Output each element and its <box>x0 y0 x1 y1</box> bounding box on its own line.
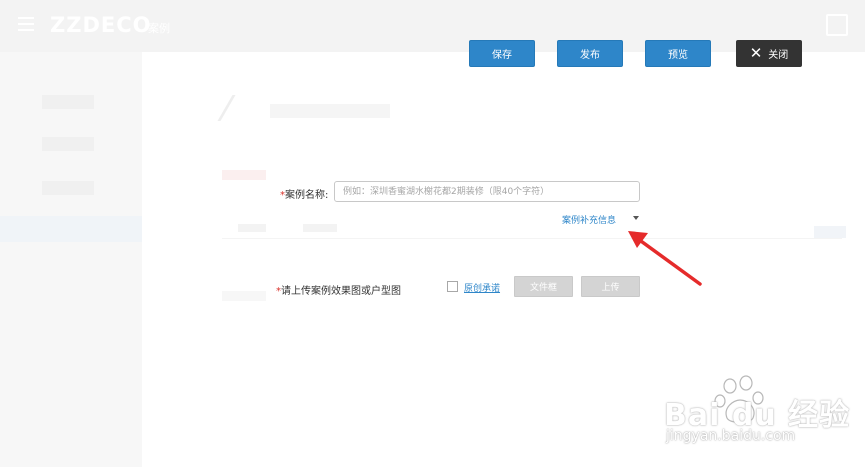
upload-label-text: 请上传案例效果图或户型图 <box>281 286 401 297</box>
sidebar-item[interactable] <box>42 137 94 151</box>
case-name-input[interactable] <box>334 181 640 202</box>
chevron-down-icon[interactable] <box>633 216 639 220</box>
close-icon: ✕ <box>749 44 763 62</box>
close-button-label: 关闭 <box>768 50 789 61</box>
upload-label: *请上传案例效果图或户型图 <box>276 282 401 297</box>
app-logo-subtitle: 案例 <box>148 22 170 35</box>
preview-button[interactable]: 预览 <box>645 40 711 67</box>
save-button[interactable]: 保存 <box>469 40 535 67</box>
terms-link[interactable]: 原创承诺 <box>464 281 500 294</box>
faded-badge <box>222 170 266 180</box>
faded-badge <box>222 291 266 301</box>
user-icon[interactable] <box>826 14 848 36</box>
faded-tab[interactable] <box>303 224 337 232</box>
terms-checkbox[interactable] <box>447 281 458 292</box>
app-logo: ZZDECO <box>50 13 152 37</box>
sidebar-item[interactable] <box>42 181 94 195</box>
menu-icon[interactable] <box>18 17 34 31</box>
divider <box>222 238 842 239</box>
publish-button[interactable]: 发布 <box>557 40 623 67</box>
faded-tab[interactable] <box>238 224 266 232</box>
faded-badge <box>814 226 846 238</box>
sidebar-item-active[interactable] <box>0 216 142 242</box>
case-name-label-text: 案例名称: <box>285 190 329 201</box>
case-name-label: *案例名称: <box>280 186 328 201</box>
annotation-arrow-icon <box>628 231 702 286</box>
sidebar <box>0 52 142 467</box>
sidebar-item[interactable] <box>42 95 94 109</box>
close-button[interactable]: ✕ 关闭 <box>736 40 802 67</box>
faded-title <box>270 104 390 118</box>
file-select-button[interactable]: 文件框 <box>514 276 573 297</box>
watermark-url: jingyan.baidu.com <box>666 428 796 444</box>
case-supplement-link[interactable]: 案例补充信息 <box>562 213 616 226</box>
